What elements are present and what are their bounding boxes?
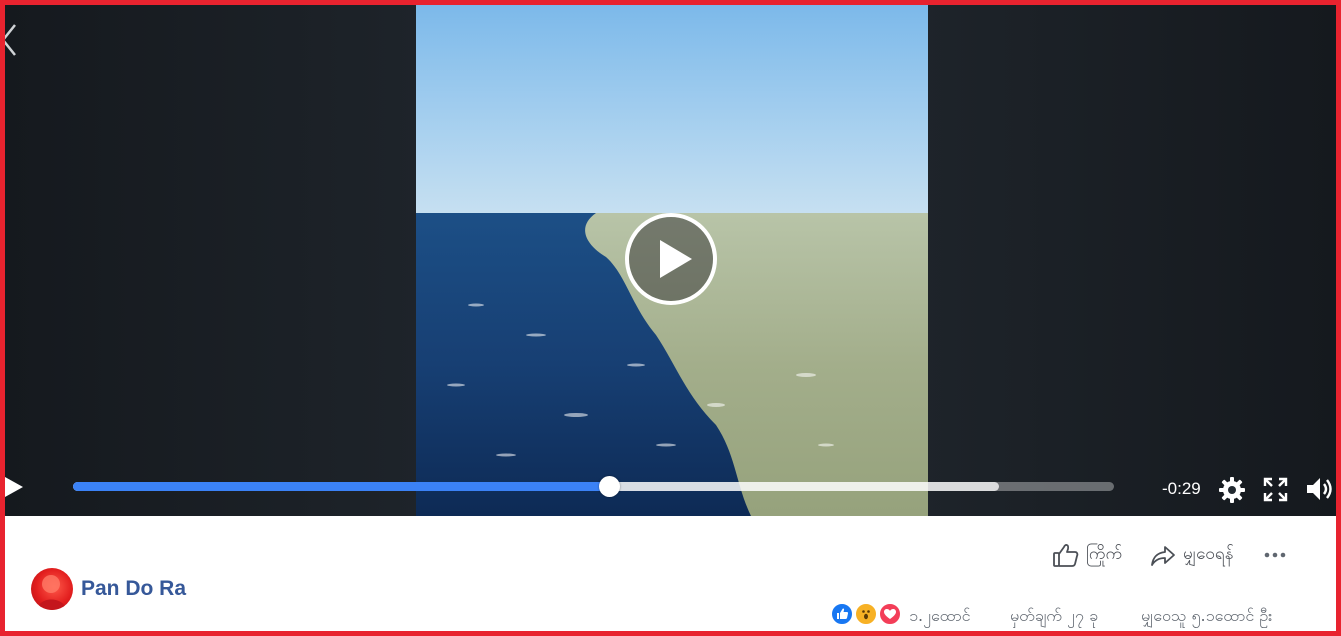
- more-dots-icon[interactable]: [1261, 542, 1289, 568]
- player-controls: -0:29: [5, 465, 1336, 516]
- fullscreen-icon[interactable]: [1263, 477, 1288, 502]
- avatar[interactable]: [31, 568, 73, 610]
- progress-bar: [73, 482, 610, 491]
- back-chevron-icon[interactable]: [5, 23, 19, 57]
- settings-gear-icon[interactable]: [1218, 476, 1246, 504]
- video-viewer-frame: -0:29 Pan Do Ra ကြိုက် မျှဝေရန် ၁.၂ထောင်…: [0, 0, 1341, 636]
- video-player[interactable]: -0:29: [5, 5, 1336, 516]
- time-remaining: -0:29: [1162, 479, 1201, 498]
- post-stats: ၁.၂ထောင် မှတ်ချက် ၂၇ ခု မျှဝေသူ ၅.၁ထောင်…: [825, 602, 1325, 630]
- share-arrow-icon: [1151, 546, 1175, 566]
- comments-count[interactable]: မှတ်ချက် ၂၇ ခု: [1010, 605, 1098, 629]
- share-button[interactable]: မျှဝေရန်: [1149, 540, 1233, 570]
- seek-handle[interactable]: [599, 476, 621, 497]
- play-icon[interactable]: [5, 475, 25, 499]
- like-label: ကြိုက်: [1086, 543, 1123, 564]
- love-reaction-icon[interactable]: [878, 602, 902, 626]
- author-name-link[interactable]: Pan Do Ra: [81, 577, 186, 601]
- wow-reaction-icon[interactable]: [854, 602, 878, 626]
- volume-icon[interactable]: [1305, 475, 1335, 503]
- like-reaction-icon[interactable]: [830, 602, 854, 626]
- share-label: မျှဝေရန်: [1183, 543, 1234, 564]
- play-overlay-button[interactable]: [624, 212, 718, 306]
- post-info-bar: Pan Do Ra ကြိုက် မျှဝေရန် ၁.၂ထောင် မှတ်ခ…: [5, 516, 1336, 631]
- like-button[interactable]: ကြိုက်: [1052, 540, 1122, 570]
- reactions-count[interactable]: ၁.၂ထောင်: [909, 605, 971, 629]
- shares-count[interactable]: မျှဝေသူ ၅.၁ထောင် ဦး: [1141, 605, 1272, 629]
- thumbs-up-icon: [1053, 544, 1079, 567]
- avatar-image: [37, 575, 67, 610]
- seek-bar[interactable]: [73, 476, 1114, 497]
